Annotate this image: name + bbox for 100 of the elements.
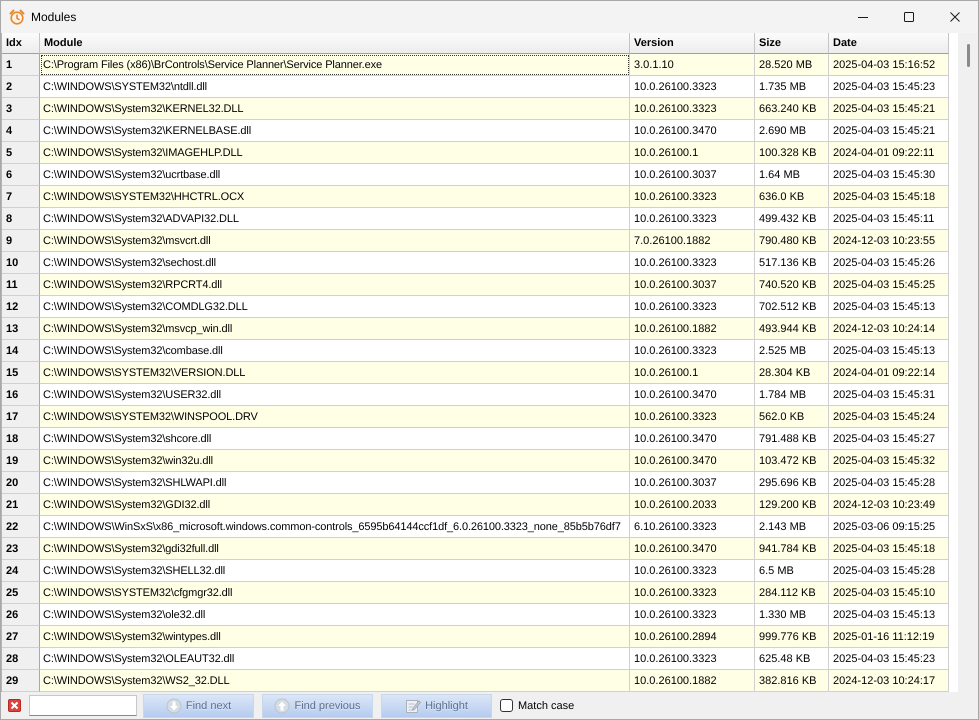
table-cell: 2024-12-03 10:23:49 xyxy=(829,494,949,516)
up-arrow-icon xyxy=(274,698,290,714)
table-cell: C:\WINDOWS\SYSTEM32\VERSION.DLL xyxy=(40,362,630,384)
table-cell: C:\WINDOWS\System32\RPCRT4.dll xyxy=(40,274,630,296)
table-cell: 2024-04-01 09:22:14 xyxy=(829,362,949,384)
table-cell: 382.816 KB xyxy=(755,670,829,692)
table-cell: 10.0.26100.1882 xyxy=(630,670,755,692)
row-header[interactable]: 28 xyxy=(2,648,40,670)
table-cell: 10.0.26100.3323 xyxy=(630,406,755,428)
table-cell: 790.480 KB xyxy=(755,230,829,252)
table-cell: 10.0.26100.1882 xyxy=(630,318,755,340)
table-cell: C:\Program Files (x86)\BrControls\Service Planner\Service Planner.exe xyxy=(40,54,630,76)
table-cell: C:\WINDOWS\System32\win32u.dll xyxy=(40,450,630,472)
window-title: Modules xyxy=(31,10,76,24)
table-cell: 10.0.26100.2033 xyxy=(630,494,755,516)
row-header[interactable]: 7 xyxy=(2,186,40,208)
table-cell: 2025-04-03 15:45:21 xyxy=(829,98,949,120)
row-header[interactable]: 1 xyxy=(2,54,40,76)
table-cell: 493.944 KB xyxy=(755,318,829,340)
table-cell: C:\WINDOWS\System32\gdi32full.dll xyxy=(40,538,630,560)
close-icon[interactable] xyxy=(8,699,21,712)
table-cell: 2025-04-03 15:45:18 xyxy=(829,538,949,560)
table-cell: 2024-12-03 10:24:14 xyxy=(829,318,949,340)
table-cell: 10.0.26100.3323 xyxy=(630,98,755,120)
row-header[interactable]: 15 xyxy=(2,362,40,384)
row-header[interactable]: 4 xyxy=(2,120,40,142)
row-header[interactable]: 26 xyxy=(2,604,40,626)
column-header[interactable]: Module xyxy=(40,33,630,54)
table-cell: C:\WINDOWS\SYSTEM32\cfgmgr32.dll xyxy=(40,582,630,604)
table-cell: 2025-04-03 15:45:10 xyxy=(829,582,949,604)
row-header[interactable]: 2 xyxy=(2,76,40,98)
table-cell: 2024-04-01 09:22:11 xyxy=(829,142,949,164)
table-cell: C:\WINDOWS\System32\IMAGEHLP.DLL xyxy=(40,142,630,164)
table-cell: 10.0.26100.1 xyxy=(630,362,755,384)
row-header[interactable]: 10 xyxy=(2,252,40,274)
row-header[interactable]: 6 xyxy=(2,164,40,186)
row-header[interactable]: 17 xyxy=(2,406,40,428)
row-header[interactable]: 19 xyxy=(2,450,40,472)
table-cell: 10.0.26100.3470 xyxy=(630,450,755,472)
row-header[interactable]: 3 xyxy=(2,98,40,120)
table-cell: 10.0.26100.2894 xyxy=(630,626,755,648)
row-header[interactable]: 9 xyxy=(2,230,40,252)
table-cell: 10.0.26100.3470 xyxy=(630,538,755,560)
table-cell: 28.304 KB xyxy=(755,362,829,384)
search-field[interactable] xyxy=(29,695,137,716)
row-header[interactable]: 23 xyxy=(2,538,40,560)
table-cell: 284.112 KB xyxy=(755,582,829,604)
row-header[interactable]: 25 xyxy=(2,582,40,604)
row-header[interactable]: 13 xyxy=(2,318,40,340)
table-cell: 2024-12-03 10:23:55 xyxy=(829,230,949,252)
table-cell: 28.520 MB xyxy=(755,54,829,76)
table-cell: 2025-04-03 15:45:24 xyxy=(829,406,949,428)
checkbox-label[interactable]: Match case xyxy=(518,700,574,712)
row-header[interactable]: 12 xyxy=(2,296,40,318)
table-cell: C:\WINDOWS\SYSTEM32\WINSPOOL.DRV xyxy=(40,406,630,428)
table-cell: C:\WINDOWS\System32\wintypes.dll xyxy=(40,626,630,648)
row-header[interactable]: 5 xyxy=(2,142,40,164)
table-cell: 10.0.26100.1 xyxy=(630,142,755,164)
table-cell: 10.0.26100.3323 xyxy=(630,582,755,604)
table-cell: C:\WINDOWS\SYSTEM32\HHCTRL.OCX xyxy=(40,186,630,208)
scrollbar-thumb[interactable] xyxy=(966,44,970,67)
match-case-checkbox[interactable] xyxy=(500,699,513,712)
table-cell: 2025-04-03 15:16:52 xyxy=(829,54,949,76)
down-arrow-icon xyxy=(166,698,182,714)
table-cell: C:\WINDOWS\System32\msvcrt.dll xyxy=(40,230,630,252)
row-header[interactable]: 16 xyxy=(2,384,40,406)
minimize-icon xyxy=(858,16,868,18)
maximize-icon xyxy=(904,12,914,22)
marker-pen-icon xyxy=(405,698,422,714)
table-cell: C:\WINDOWS\System32\GDI32.dll xyxy=(40,494,630,516)
row-header[interactable]: 21 xyxy=(2,494,40,516)
table-cell: 103.472 KB xyxy=(755,450,829,472)
table-cell: 740.520 KB xyxy=(755,274,829,296)
table-cell: 2025-01-16 11:12:19 xyxy=(829,626,949,648)
table-cell: 2025-04-03 15:45:32 xyxy=(829,450,949,472)
row-header[interactable]: 20 xyxy=(2,472,40,494)
table-cell: C:\WINDOWS\System32\msvcp_win.dll xyxy=(40,318,630,340)
table-cell: 7.0.26100.1882 xyxy=(630,230,755,252)
column-header[interactable]: Idx xyxy=(2,33,40,54)
table-cell: 2025-04-03 15:45:25 xyxy=(829,274,949,296)
row-header[interactable]: 18 xyxy=(2,428,40,450)
table-cell: C:\WINDOWS\System32\WS2_32.DLL xyxy=(40,670,630,692)
table-cell: 663.240 KB xyxy=(755,98,829,120)
row-header[interactable]: 27 xyxy=(2,626,40,648)
row-header[interactable]: 8 xyxy=(2,208,40,230)
row-header[interactable]: 14 xyxy=(2,340,40,362)
table-cell: 2024-12-03 10:24:17 xyxy=(829,670,949,692)
row-header[interactable]: 29 xyxy=(2,670,40,692)
table-cell: 3.0.1.10 xyxy=(630,54,755,76)
column-header[interactable]: Size xyxy=(755,33,829,54)
column-header[interactable]: Date xyxy=(829,33,949,54)
row-header[interactable]: 11 xyxy=(2,274,40,296)
column-header[interactable]: Version xyxy=(630,33,755,54)
table-cell: 999.776 KB xyxy=(755,626,829,648)
close-icon xyxy=(950,12,960,22)
table-cell: 636.0 KB xyxy=(755,186,829,208)
row-header[interactable]: 22 xyxy=(2,516,40,538)
table-cell: 10.0.26100.3323 xyxy=(630,186,755,208)
row-header[interactable]: 24 xyxy=(2,560,40,582)
table-cell: 2025-04-03 15:45:18 xyxy=(829,186,949,208)
